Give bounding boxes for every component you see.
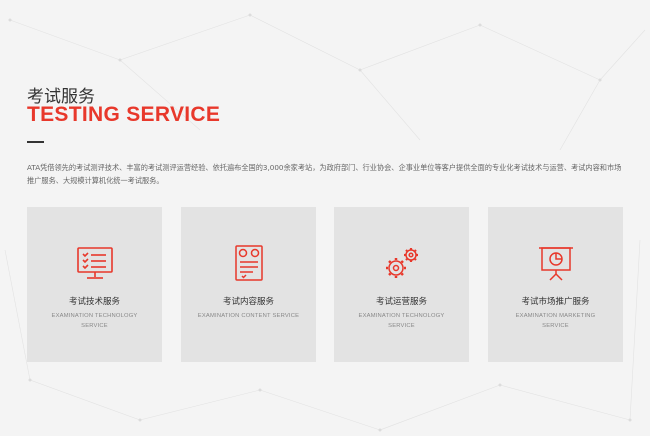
service-card-content[interactable]: 考试内容服务 EXAMINATION CONTENT SERVICE <box>181 207 316 362</box>
service-name: 考试运营服务 <box>375 297 427 307</box>
monitor-checklist-icon <box>75 243 115 283</box>
service-name-en: EXAMINATION TECHNOLOGY SERVICE <box>51 313 138 329</box>
presentation-chart-icon <box>536 243 576 283</box>
service-name-en: EXAMINATION TECHNOLOGY SERVICE <box>358 313 445 329</box>
section-title-en: TESTING SERVICE <box>27 103 221 126</box>
service-name: 考试市场推广服务 <box>521 297 590 307</box>
service-name: 考试内容服务 <box>222 297 274 307</box>
gears-icon <box>382 243 422 283</box>
title-divider <box>27 141 44 143</box>
service-card-marketing[interactable]: 考试市场推广服务 EXAMINATION MARKETING SERVICE <box>488 207 623 362</box>
service-name: 考试技术服务 <box>68 297 120 307</box>
service-card-technology[interactable]: 考试技术服务 EXAMINATION TECHNOLOGY SERVICE <box>27 207 162 362</box>
service-name-en: EXAMINATION CONTENT SERVICE <box>197 313 300 319</box>
service-card-operation[interactable]: 考试运营服务 EXAMINATION TECHNOLOGY SERVICE <box>334 207 469 362</box>
answer-sheet-icon <box>229 243 269 283</box>
service-name-en: EXAMINATION MARKETING SERVICE <box>515 313 596 329</box>
section-intro: ATA凭借领先的考试测评技术、丰富的考试测评运营经验、依托遍布全国的3,000余… <box>27 163 622 185</box>
